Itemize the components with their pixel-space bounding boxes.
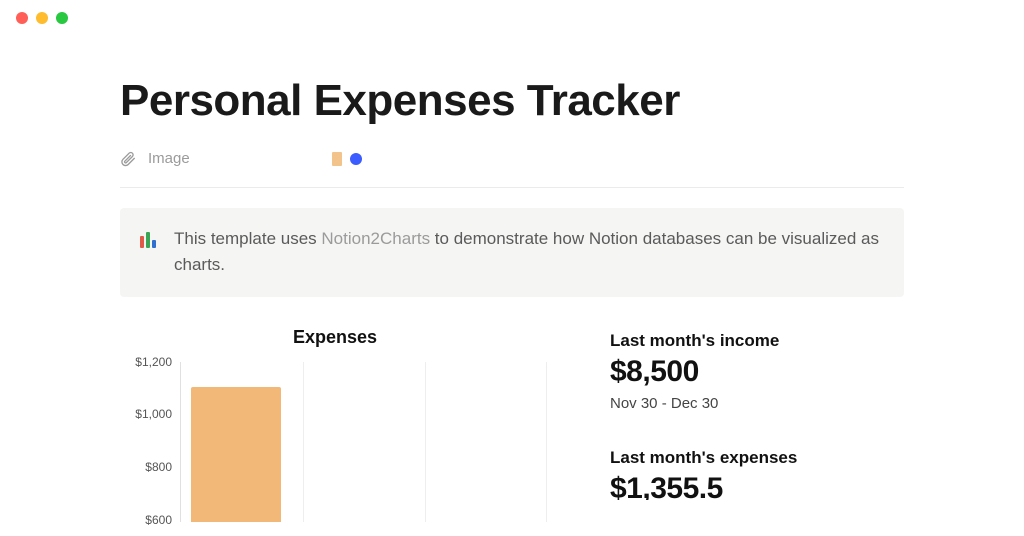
callout-prefix: This template uses: [174, 229, 321, 248]
y-tick: $1,200: [135, 355, 172, 369]
page-property-row: Image: [120, 150, 904, 187]
income-value: $8,500: [610, 355, 904, 389]
expenses-value: $1,355.5: [610, 472, 904, 500]
callout-link[interactable]: Notion2Charts: [321, 229, 430, 248]
y-tick: $1,000: [135, 407, 172, 421]
expenses-label: Last month's expenses: [610, 448, 904, 468]
stats-column: Last month's income $8,500 Nov 30 - Dec …: [610, 327, 904, 536]
chart-y-axis: $1,200 $1,000 $800 $600: [120, 362, 180, 522]
expenses-stat: Last month's expenses $1,355.5: [610, 448, 904, 500]
expenses-chart: Expenses $1,200 $1,000 $800 $600: [120, 327, 550, 536]
income-stat: Last month's income $8,500 Nov 30 - Dec …: [610, 331, 904, 412]
maximize-window-icon[interactable]: [56, 12, 68, 24]
income-range: Nov 30 - Dec 30: [610, 395, 904, 412]
attachment-previews[interactable]: [332, 152, 362, 166]
circle-icon: [350, 153, 362, 165]
page-body: Personal Expenses Tracker Image This tem…: [0, 36, 1024, 536]
attachment-property-label[interactable]: Image: [148, 150, 190, 167]
income-label: Last month's income: [610, 331, 904, 351]
bar-chart-icon: [332, 152, 342, 166]
close-window-icon[interactable]: [16, 12, 28, 24]
window-controls: [0, 0, 1024, 36]
bar-chart-icon: [140, 228, 160, 248]
y-tick: $800: [145, 460, 172, 474]
page-title: Personal Expenses Tracker: [120, 76, 904, 126]
minimize-window-icon[interactable]: [36, 12, 48, 24]
paperclip-icon: [120, 151, 136, 167]
chart-plot: [180, 362, 550, 522]
chart-title: Expenses: [120, 327, 550, 348]
chart-area: $1,200 $1,000 $800 $600: [120, 362, 550, 522]
chart-bar: [191, 387, 281, 522]
callout-text: This template uses Notion2Charts to demo…: [174, 226, 884, 279]
divider: [120, 187, 904, 188]
callout-block[interactable]: This template uses Notion2Charts to demo…: [120, 208, 904, 297]
content-row: Expenses $1,200 $1,000 $800 $600 Last mo: [120, 327, 904, 536]
y-tick: $600: [145, 513, 172, 527]
